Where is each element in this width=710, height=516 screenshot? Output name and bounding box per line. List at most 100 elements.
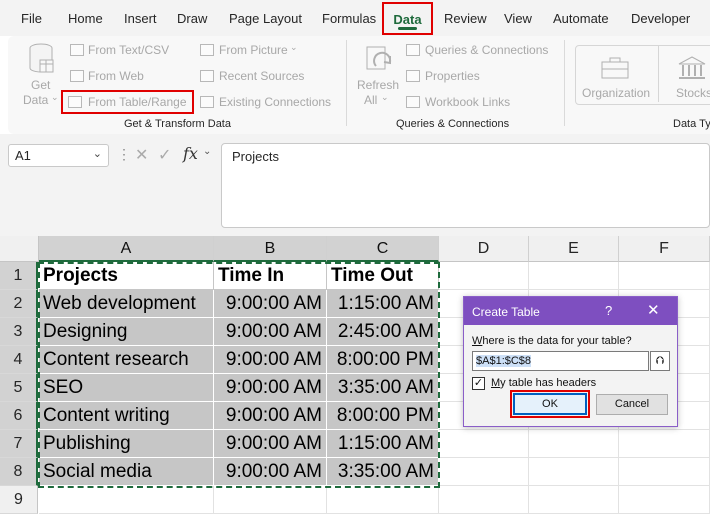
cell-b5[interactable]: 9:00:00 AM <box>214 374 327 402</box>
cell-a4[interactable]: Content research <box>39 346 214 374</box>
cell-c1[interactable]: Time Out <box>327 262 439 290</box>
tab-data[interactable]: Data <box>384 12 431 27</box>
refresh-all-label-2[interactable]: All <box>364 93 377 107</box>
empty-cell[interactable] <box>619 262 710 290</box>
cell-c7[interactable]: 1:15:00 AM <box>327 430 439 458</box>
cell-a8[interactable]: Social media <box>39 458 214 486</box>
cell-c3[interactable]: 2:45:00 AM <box>327 318 439 346</box>
empty-cell[interactable] <box>529 430 619 458</box>
empty-cell[interactable] <box>529 486 619 514</box>
collapse-dialog-icon[interactable]: ⮉ <box>650 351 670 371</box>
cell-a6[interactable]: Content writing <box>39 402 214 430</box>
empty-cell[interactable] <box>439 486 529 514</box>
cell-c5[interactable]: 3:35:00 AM <box>327 374 439 402</box>
get-data-label[interactable]: Get <box>31 78 50 92</box>
row-header-6[interactable]: 6 <box>0 402 38 430</box>
empty-cell[interactable] <box>529 458 619 486</box>
dialog-title-bar[interactable]: Create Table ? ✕ <box>464 297 677 325</box>
cell-a3[interactable]: Designing <box>39 318 214 346</box>
column-header-d[interactable]: D <box>439 236 529 262</box>
formula-input[interactable]: Projects <box>221 143 710 228</box>
cancel-entry-icon[interactable]: ✕ <box>135 145 148 165</box>
cell-b8[interactable]: 9:00:00 AM <box>214 458 327 486</box>
recent-sources-button[interactable]: Recent Sources <box>219 69 304 83</box>
database-icon <box>29 43 54 73</box>
column-header-f[interactable]: F <box>619 236 710 262</box>
empty-cell[interactable] <box>327 486 439 514</box>
empty-cell[interactable] <box>439 262 529 290</box>
tab-insert[interactable]: Insert <box>124 11 157 26</box>
chevron-down-icon[interactable]: ⌄ <box>93 147 102 160</box>
row-header-4[interactable]: 4 <box>0 346 38 374</box>
column-header-c[interactable]: C <box>327 236 439 262</box>
row-header-2[interactable]: 2 <box>0 290 38 318</box>
from-web-button[interactable]: From Web <box>88 69 144 83</box>
cell-a2[interactable]: Web development <box>39 290 214 318</box>
help-icon[interactable]: ? <box>605 303 612 318</box>
tab-view[interactable]: View <box>504 11 532 26</box>
workbook-links-button[interactable]: Workbook Links <box>425 95 510 109</box>
empty-cell[interactable] <box>439 458 529 486</box>
select-all-corner[interactable] <box>0 236 39 262</box>
tab-draw[interactable]: Draw <box>177 11 207 26</box>
empty-cell[interactable] <box>619 458 710 486</box>
queries-connections-button[interactable]: Queries & Connections <box>425 43 548 57</box>
row-header-9[interactable]: 9 <box>0 486 38 514</box>
cell-a5[interactable]: SEO <box>39 374 214 402</box>
tab-data-highlight[interactable]: Data <box>382 2 433 35</box>
cell-b4[interactable]: 9:00:00 AM <box>214 346 327 374</box>
tab-file[interactable]: File <box>21 11 42 26</box>
tab-page-layout[interactable]: Page Layout <box>229 11 302 26</box>
tab-home[interactable]: Home <box>68 11 103 26</box>
refresh-all-label[interactable]: Refresh <box>357 78 399 92</box>
row-header-1[interactable]: 1 <box>0 262 38 290</box>
from-picture-button[interactable]: From Picture <box>219 43 288 57</box>
row-header-7[interactable]: 7 <box>0 430 38 458</box>
close-icon[interactable]: ✕ <box>647 301 660 319</box>
empty-cell[interactable] <box>619 430 710 458</box>
cell-c8[interactable]: 3:35:00 AM <box>327 458 439 486</box>
tab-formulas[interactable]: Formulas <box>322 11 376 26</box>
empty-cell[interactable] <box>619 486 710 514</box>
cancel-button[interactable]: Cancel <box>596 394 668 415</box>
tab-review[interactable]: Review <box>444 11 487 26</box>
tab-developer[interactable]: Developer <box>631 11 690 26</box>
name-box[interactable]: A1 ⌄ <box>8 144 109 167</box>
from-text-csv-button[interactable]: From Text/CSV <box>88 43 169 57</box>
cell-b2[interactable]: 9:00:00 AM <box>214 290 327 318</box>
get-data-label-2[interactable]: Data <box>23 93 48 107</box>
cell-a1[interactable]: Projects <box>39 262 214 290</box>
row-header-8[interactable]: 8 <box>0 458 38 486</box>
empty-cell[interactable] <box>214 486 327 514</box>
column-header-a[interactable]: A <box>39 236 214 262</box>
column-header-b[interactable]: B <box>214 236 327 262</box>
ok-button[interactable]: OK <box>513 393 587 415</box>
empty-cell[interactable] <box>529 262 619 290</box>
confirm-entry-icon[interactable]: ✓ <box>158 145 171 165</box>
headers-accesskey: M <box>491 377 501 389</box>
headers-checkbox[interactable]: ✓ <box>472 377 485 390</box>
row-header-5[interactable]: 5 <box>0 374 38 402</box>
headers-checkbox-label[interactable]: My table has headers <box>491 377 596 389</box>
organization-button[interactable]: Organization <box>582 86 650 100</box>
cell-a7[interactable]: Publishing <box>39 430 214 458</box>
briefcase-icon <box>601 57 629 79</box>
existing-connections-button[interactable]: Existing Connections <box>219 95 331 109</box>
insert-function-icon[interactable]: fx <box>183 144 198 163</box>
cell-c2[interactable]: 1:15:00 AM <box>327 290 439 318</box>
cell-c4[interactable]: 8:00:00 PM <box>327 346 439 374</box>
column-header-e[interactable]: E <box>529 236 619 262</box>
properties-button[interactable]: Properties <box>425 69 480 83</box>
stocks-button[interactable]: Stocks <box>676 86 710 100</box>
tab-automate[interactable]: Automate <box>553 11 609 26</box>
empty-cell[interactable] <box>39 486 214 514</box>
chevron-down-icon[interactable]: ⌄ <box>203 146 211 157</box>
cell-b1[interactable]: Time In <box>214 262 327 290</box>
empty-cell[interactable] <box>439 430 529 458</box>
cell-c6[interactable]: 8:00:00 PM <box>327 402 439 430</box>
cell-b3[interactable]: 9:00:00 AM <box>214 318 327 346</box>
cell-b7[interactable]: 9:00:00 AM <box>214 430 327 458</box>
cell-b6[interactable]: 9:00:00 AM <box>214 402 327 430</box>
row-header-3[interactable]: 3 <box>0 318 38 346</box>
range-input[interactable]: $A$1:$C$8 <box>472 351 649 371</box>
